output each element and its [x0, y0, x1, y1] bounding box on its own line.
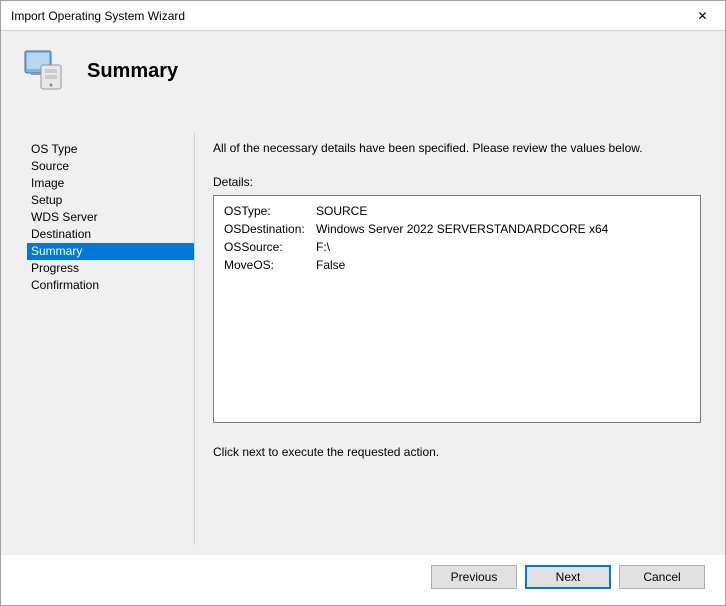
- detail-val-moveos: False: [316, 256, 345, 274]
- detail-key-ossource: OSSource:: [224, 238, 316, 256]
- close-button[interactable]: ✕: [680, 1, 725, 30]
- detail-key-osdestination: OSDestination:: [224, 220, 316, 238]
- content-panel: All of the necessary details have been s…: [195, 111, 725, 555]
- sidebar-item-progress[interactable]: Progress: [27, 260, 194, 277]
- previous-button[interactable]: Previous: [431, 565, 517, 589]
- details-label: Details:: [213, 175, 701, 189]
- cancel-button[interactable]: Cancel: [619, 565, 705, 589]
- detail-val-osdestination: Windows Server 2022 SERVERSTANDARDCORE x…: [316, 220, 608, 238]
- page-title: Summary: [87, 60, 178, 83]
- footer-text: Click next to execute the requested acti…: [213, 445, 701, 459]
- sidebar-item-source[interactable]: Source: [27, 158, 194, 175]
- window-title: Import Operating System Wizard: [11, 9, 185, 23]
- detail-key-ostype: OSType:: [224, 202, 316, 220]
- titlebar: Import Operating System Wizard ✕: [1, 1, 725, 31]
- detail-row: OSType: SOURCE: [224, 202, 690, 220]
- detail-val-ossource: F:\: [316, 238, 330, 256]
- sidebar-item-wds-server[interactable]: WDS Server: [27, 209, 194, 226]
- wizard-steps-sidebar: OS Type Source Image Setup WDS Server De…: [1, 111, 194, 555]
- close-icon: ✕: [697, 9, 707, 23]
- detail-row: OSSource: F:\: [224, 238, 690, 256]
- intro-text: All of the necessary details have been s…: [213, 141, 701, 155]
- sidebar-item-os-type[interactable]: OS Type: [27, 141, 194, 158]
- wizard-header: Summary: [1, 31, 725, 111]
- sidebar-item-setup[interactable]: Setup: [27, 192, 194, 209]
- detail-row: OSDestination: Windows Server 2022 SERVE…: [224, 220, 690, 238]
- main-area: OS Type Source Image Setup WDS Server De…: [1, 111, 725, 555]
- sidebar-item-summary[interactable]: Summary: [27, 243, 194, 260]
- detail-row: MoveOS: False: [224, 256, 690, 274]
- button-bar: Previous Next Cancel: [431, 565, 705, 589]
- computer-icon: [21, 47, 69, 95]
- detail-val-ostype: SOURCE: [316, 202, 367, 220]
- sidebar-item-confirmation[interactable]: Confirmation: [27, 277, 194, 294]
- next-button[interactable]: Next: [525, 565, 611, 589]
- sidebar-item-image[interactable]: Image: [27, 175, 194, 192]
- detail-key-moveos: MoveOS:: [224, 256, 316, 274]
- details-box: OSType: SOURCE OSDestination: Windows Se…: [213, 195, 701, 423]
- sidebar-item-destination[interactable]: Destination: [27, 226, 194, 243]
